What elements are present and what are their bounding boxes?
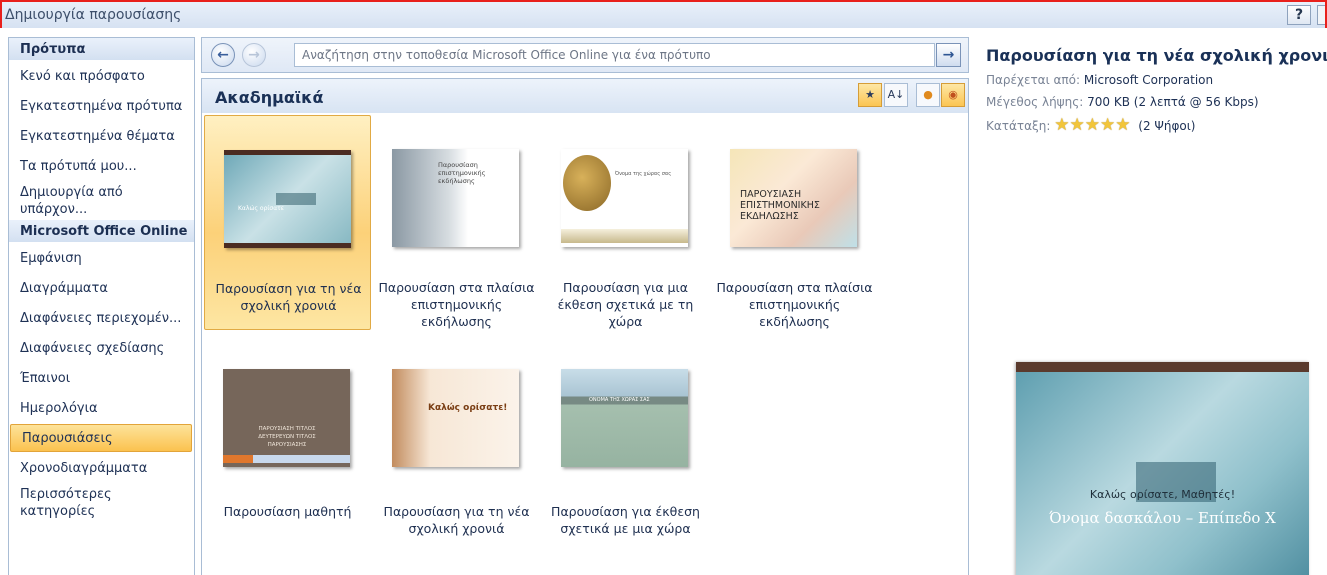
template-thumbnail: Παρουσίαση επιστημονικής εκδήλωσης bbox=[392, 149, 519, 247]
template-tile[interactable]: Καλώς ορίσατε! Παρουσίαση για τη νέα σχο… bbox=[373, 335, 540, 550]
sidebar-item-my-templates[interactable]: Τα πρότυπά μου... bbox=[9, 158, 194, 175]
thumbnail-band bbox=[561, 229, 688, 243]
templates-pane: Ακαδημαϊκά ★ A↓ ● ◉ Καλώς ορίσατε Παρουσ… bbox=[201, 78, 969, 575]
size-label: Μέγεθος λήψης: bbox=[986, 95, 1084, 109]
template-label: Παρουσίαση μαθητή bbox=[223, 504, 352, 519]
template-thumbnail: ΠΑΡΟΥΣΙΑΣΗ ΕΠΙΣΤΗΜΟΝΙΚΗΣ ΕΚΔΗΛΩΣΗΣ bbox=[730, 149, 857, 247]
sidebar-item-design-slides[interactable]: Διαφάνειες σχεδίασης bbox=[9, 340, 194, 357]
sort-by-rating-icon[interactable]: ★ bbox=[858, 83, 882, 107]
size-value: 700 KB (2 λεπτά @ 56 Kbps) bbox=[1087, 95, 1259, 109]
sort-alphabetical-icon[interactable]: A↓ bbox=[884, 83, 908, 107]
rating-star-icon[interactable]: ★ bbox=[1100, 115, 1115, 135]
sidebar-header-templates: Πρότυπα bbox=[9, 38, 194, 60]
thumbnail-text: Καλώς ορίσατε bbox=[238, 205, 285, 212]
rating-star-icon[interactable]: ★ bbox=[1054, 115, 1069, 135]
sidebar-item-installed-themes[interactable]: Εγκατεστημένα θέματα bbox=[9, 128, 194, 145]
sidebar-item-diagrams[interactable]: Διαγράμματα bbox=[9, 280, 194, 297]
thumbnail-eraser-shape bbox=[276, 193, 316, 205]
rating-star-icon[interactable]: ★ bbox=[1085, 115, 1100, 135]
template-label: Παρουσίαση στα πλαίσια επιστημονικής εκδ… bbox=[716, 280, 873, 329]
template-label: Παρουσίαση για τη νέα σχολική χρονιά bbox=[215, 281, 362, 313]
template-thumbnail: Όνομα της χώρας σας bbox=[561, 149, 688, 247]
provider-row: Παρέχεται από: Microsoft Corporation bbox=[986, 73, 1213, 87]
view-author-icon[interactable]: ● bbox=[916, 83, 940, 107]
template-details-pane: Παρουσίαση για τη νέα σχολική χρονιά Παρ… bbox=[977, 37, 1327, 575]
sidebar-item-featured[interactable]: Εμφάνιση bbox=[9, 250, 194, 267]
navigation-bar: ← → Αναζήτηση στην τοποθεσία Microsoft O… bbox=[201, 37, 969, 73]
template-tile[interactable]: ΠΑΡΟΥΣΙΑΣΗ ΕΠΙΣΤΗΜΟΝΙΚΗΣ ΕΚΔΗΛΩΣΗΣ Παρου… bbox=[711, 115, 878, 330]
title-bar: Δημιουργία παρουσίασης ? bbox=[0, 0, 1327, 28]
preview-top-band bbox=[1016, 362, 1309, 372]
sidebar-item-installed-templates[interactable]: Εγκατεστημένα πρότυπα bbox=[9, 98, 194, 115]
template-tile[interactable]: Καλώς ορίσατε Παρουσίαση για τη νέα σχολ… bbox=[204, 115, 371, 330]
thumbnail-text: Όνομα της χώρας σας bbox=[615, 171, 672, 177]
close-button[interactable] bbox=[1317, 5, 1325, 25]
preview-line2: Όνομα δασκάλου – Επίπεδο Χ bbox=[1049, 509, 1276, 527]
sidebar-item-timelines[interactable]: Χρονοδιαγράμματα bbox=[9, 460, 194, 477]
thumbnail-globe-shape bbox=[563, 155, 611, 211]
template-thumbnail: Καλώς ορίσατε! bbox=[392, 369, 519, 467]
back-arrow-icon[interactable]: ← bbox=[211, 43, 235, 67]
rating-row: Κατάταξη: ★★★★★ (2 Ψήφοι) bbox=[986, 115, 1195, 135]
template-label: Παρουσίαση στα πλαίσια επιστημονικής εκδ… bbox=[378, 280, 535, 329]
thumbnail-text: Καλώς ορίσατε! bbox=[428, 403, 508, 413]
template-label: Παρουσίαση για μια έκθεση σχετικά με τη … bbox=[557, 280, 694, 329]
template-label: Παρουσίαση για τη νέα σχολική χρονιά bbox=[383, 504, 530, 536]
details-title: Παρουσίαση για τη νέα σχολική χρονιά bbox=[986, 46, 1327, 65]
category-heading: Ακαδημαϊκά bbox=[215, 88, 324, 107]
sidebar-item-more-categories[interactable]: Περισσότερες κατηγορίες bbox=[9, 486, 149, 520]
help-button[interactable]: ? bbox=[1287, 5, 1311, 25]
category-sidebar: Πρότυπα Κενό και πρόσφατο Εγκατεστημένα … bbox=[8, 37, 195, 575]
thumbnail-text: Παρουσίαση επιστημονικής εκδήλωσης bbox=[438, 161, 486, 185]
sidebar-item-awards[interactable]: Έπαινοι bbox=[9, 370, 194, 387]
sidebar-item-presentations[interactable]: Παρουσιάσεις bbox=[10, 424, 192, 452]
thumbnail-text: ΠΑΡΟΥΣΙΑΣΗ ΤΙΤΛΟΣ ΔΕΥΤΕΡΕΥΩΝ ΤΙΤΛΟΣ ΠΑΡΟ… bbox=[258, 426, 316, 448]
search-input[interactable]: Αναζήτηση στην τοποθεσία Microsoft Offic… bbox=[294, 43, 935, 67]
template-label: Παρουσίαση για έκθεση σχετικά με μια χώρ… bbox=[551, 504, 700, 536]
thumbnail-text: ΠΑΡΟΥΣΙΑΣΗ ΕΠΙΣΤΗΜΟΝΙΚΗΣ ΕΚΔΗΛΩΣΗΣ bbox=[740, 189, 820, 222]
sidebar-header-office-online: Microsoft Office Online bbox=[9, 220, 194, 242]
sidebar-item-new-from-existing[interactable]: Δημιουργία από υπάρχον... bbox=[9, 184, 149, 218]
sidebar-item-calendars[interactable]: Ημερολόγια bbox=[9, 400, 194, 417]
template-thumbnail: Καλώς ορίσατε bbox=[224, 150, 351, 248]
template-tile[interactable]: ΠΑΡΟΥΣΙΑΣΗ ΤΙΤΛΟΣ ΔΕΥΤΕΡΕΥΩΝ ΤΙΤΛΟΣ ΠΑΡΟ… bbox=[204, 335, 371, 550]
search-go-icon[interactable]: → bbox=[936, 43, 961, 67]
provider-label: Παρέχεται από: bbox=[986, 73, 1080, 87]
templates-pane-header: Ακαδημαϊκά ★ A↓ ● ◉ bbox=[202, 79, 968, 113]
provider-value: Microsoft Corporation bbox=[1083, 73, 1214, 87]
thumbnail-text: ΟΝΟΜΑ ΤΗΣ ΧΩΡΑΣ ΣΑΣ bbox=[589, 397, 650, 403]
template-tile[interactable]: Παρουσίαση επιστημονικής εκδήλωσης Παρου… bbox=[373, 115, 540, 330]
rating-star-icon[interactable]: ★ bbox=[1069, 115, 1084, 135]
window-title: Δημιουργία παρουσίασης bbox=[5, 7, 182, 23]
sidebar-item-blank-recent[interactable]: Κενό και πρόσφατο bbox=[9, 68, 194, 85]
template-preview: Καλώς ορίσατε, Μαθητές! Όνομα δασκάλου –… bbox=[1016, 362, 1309, 575]
rating-votes: (2 Ψήφοι) bbox=[1138, 119, 1196, 133]
preview-line1: Καλώς ορίσατε, Μαθητές! bbox=[1089, 488, 1236, 501]
template-tile[interactable]: ΟΝΟΜΑ ΤΗΣ ΧΩΡΑΣ ΣΑΣ Παρουσίαση για έκθεσ… bbox=[542, 335, 709, 550]
thumbnail-accent bbox=[223, 455, 253, 463]
rating-label: Κατάταξη: bbox=[986, 119, 1051, 133]
forward-arrow-icon[interactable]: → bbox=[242, 43, 266, 67]
template-thumbnail: ΟΝΟΜΑ ΤΗΣ ΧΩΡΑΣ ΣΑΣ bbox=[561, 369, 688, 467]
template-tile[interactable]: Όνομα της χώρας σας Παρουσίαση για μια έ… bbox=[542, 115, 709, 330]
template-thumbnail: ΠΑΡΟΥΣΙΑΣΗ ΤΙΤΛΟΣ ΔΕΥΤΕΡΕΥΩΝ ΤΙΤΛΟΣ ΠΑΡΟ… bbox=[223, 369, 350, 467]
sidebar-item-content-slides[interactable]: Διαφάνειες περιεχομέν... bbox=[9, 310, 194, 327]
view-author-filter-icon[interactable]: ◉ bbox=[941, 83, 965, 107]
size-row: Μέγεθος λήψης: 700 KB (2 λεπτά @ 56 Kbps… bbox=[986, 95, 1259, 109]
rating-star-icon[interactable]: ★ bbox=[1115, 115, 1130, 135]
